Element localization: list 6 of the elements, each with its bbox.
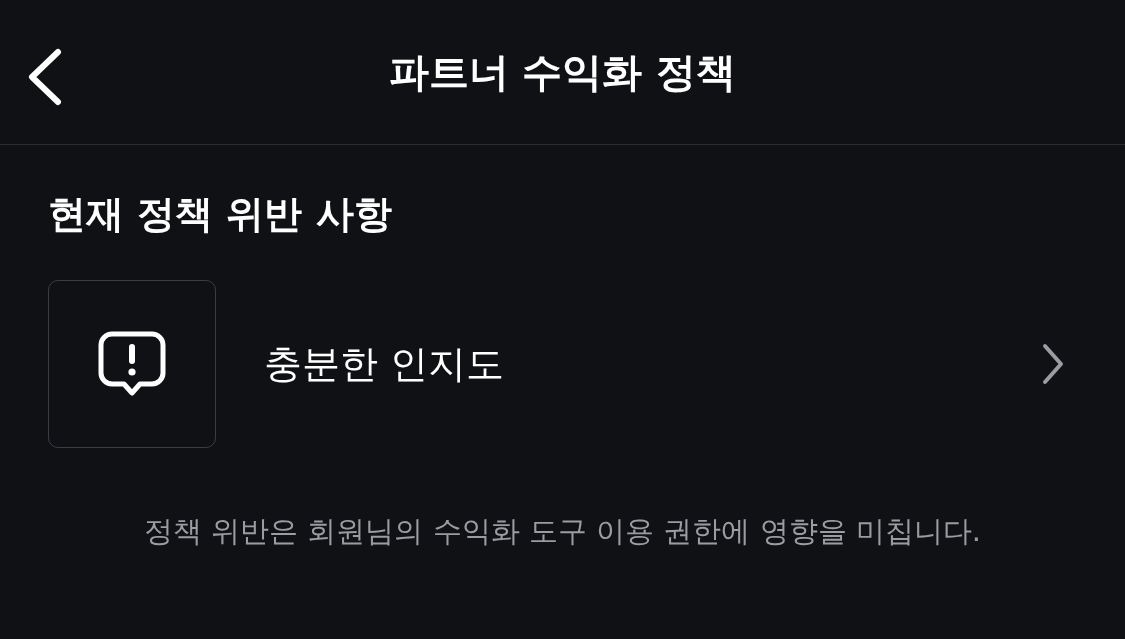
page-title: 파트너 수익화 정책 bbox=[388, 47, 737, 97]
policy-item[interactable]: 충분한 인지도 bbox=[48, 280, 1077, 448]
footer-note: 정책 위반은 회원님의 수익화 도구 이용 권한에 영향을 미칩니다. bbox=[143, 513, 982, 550]
item-label: 충분한 인지도 bbox=[264, 340, 506, 388]
alert-bubble-icon bbox=[98, 331, 166, 397]
section-title: 현재 정책 위반 사항 bbox=[48, 191, 393, 238]
